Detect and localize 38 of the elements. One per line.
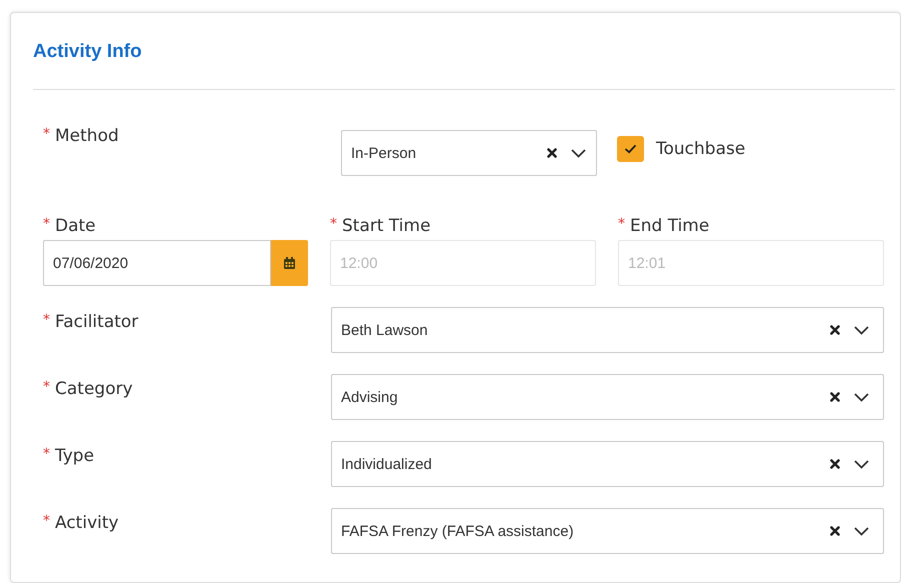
required-mark: * bbox=[43, 216, 50, 234]
required-mark: * bbox=[43, 513, 50, 531]
dropdown[interactable]: Beth Lawson bbox=[331, 307, 884, 353]
required-mark: * bbox=[618, 216, 625, 234]
calendar-button[interactable] bbox=[271, 240, 308, 286]
required-mark: * bbox=[43, 126, 50, 144]
clear-icon[interactable] bbox=[830, 459, 840, 469]
chevron-down-icon bbox=[571, 148, 586, 158]
field-label: Method bbox=[55, 126, 119, 146]
field-label: End Time bbox=[630, 216, 710, 236]
chevron-down-icon bbox=[854, 460, 869, 468]
clear-icon[interactable] bbox=[830, 325, 840, 335]
required-mark: * bbox=[43, 312, 50, 330]
clear-icon[interactable] bbox=[830, 392, 840, 402]
checkbox-label: Touchbase bbox=[656, 139, 746, 159]
date-field[interactable]: 07/06/2020 bbox=[43, 240, 271, 286]
dropdown[interactable]: Advising bbox=[331, 374, 884, 420]
clear-icon[interactable] bbox=[830, 526, 840, 536]
chevron-down-icon bbox=[854, 326, 869, 334]
checkbox[interactable] bbox=[617, 136, 644, 162]
field-label: Date bbox=[55, 216, 96, 236]
clear-icon[interactable] bbox=[547, 148, 557, 158]
required-mark: * bbox=[330, 216, 337, 234]
field-label: Category bbox=[55, 379, 133, 399]
calendar-icon bbox=[284, 257, 295, 269]
chevron-down-icon bbox=[854, 526, 869, 536]
field-label: Facilitator bbox=[55, 312, 138, 332]
required-mark: * bbox=[43, 379, 50, 397]
dropdown[interactable]: Individualized bbox=[331, 441, 884, 487]
field-label: Type bbox=[55, 446, 94, 466]
field-label: Activity bbox=[55, 513, 119, 533]
dropdown[interactable]: FAFSA Frenzy (FAFSA assistance) bbox=[331, 508, 884, 554]
required-mark: * bbox=[43, 446, 50, 464]
section-title: Activity Info bbox=[33, 40, 143, 64]
checkmark-icon bbox=[624, 144, 637, 154]
chevron-down-icon bbox=[854, 392, 869, 402]
dropdown[interactable]: In-Person bbox=[341, 130, 597, 176]
field-label: Start Time bbox=[342, 216, 431, 236]
